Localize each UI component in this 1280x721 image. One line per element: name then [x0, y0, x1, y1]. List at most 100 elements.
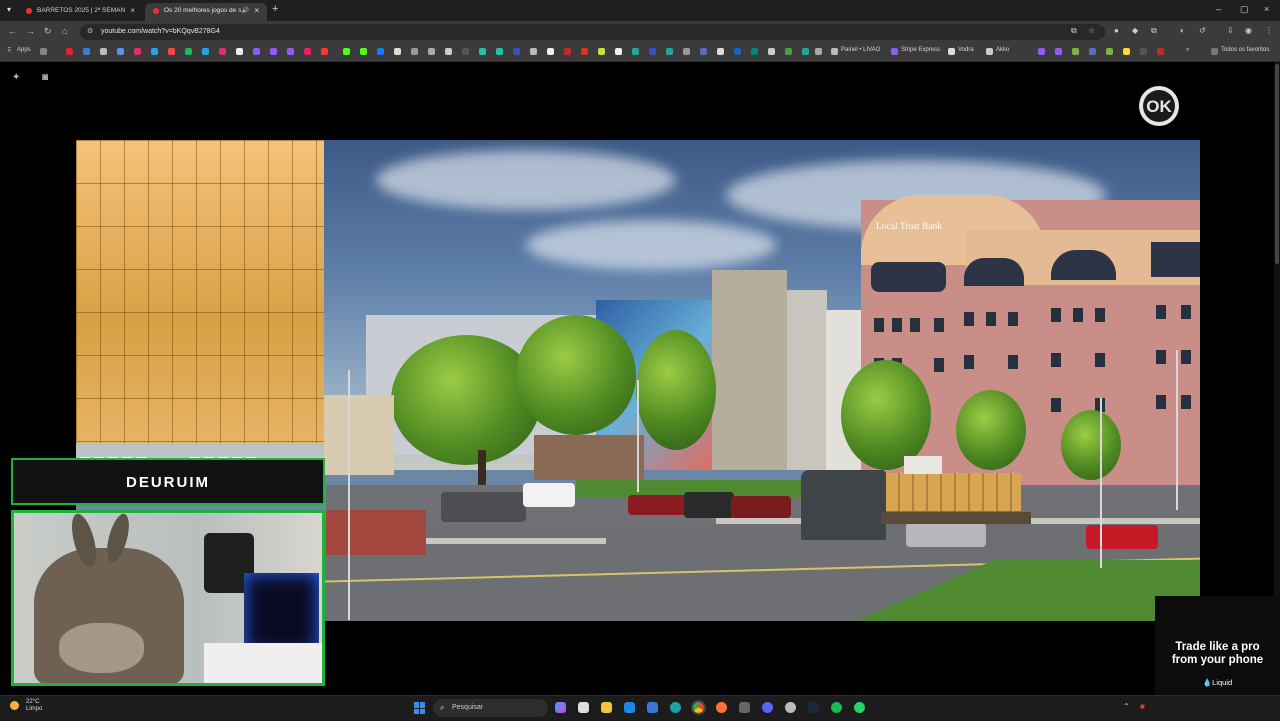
- kick-bookmark-icon[interactable]: [343, 48, 350, 55]
- mail-icon[interactable]: [624, 702, 635, 713]
- bookmark-icon[interactable]: [270, 48, 277, 55]
- bookmark-icon[interactable]: [666, 48, 673, 55]
- store-icon[interactable]: [647, 702, 658, 713]
- bookmark-icon[interactable]: [168, 48, 175, 55]
- folder-icon[interactable]: [1211, 48, 1218, 55]
- bookmark-icon[interactable]: [66, 48, 73, 55]
- bookmark-icon[interactable]: [321, 48, 328, 55]
- bookmark-icon[interactable]: [1140, 48, 1147, 55]
- bookmark-icon[interactable]: [1038, 48, 1045, 55]
- edge-icon[interactable]: [670, 702, 681, 713]
- bookmark-icon[interactable]: [683, 48, 690, 55]
- new-tab-button[interactable]: +: [272, 3, 278, 15]
- tray-overflow-icon[interactable]: ⌃: [1123, 702, 1130, 711]
- spotify-icon[interactable]: [831, 702, 842, 713]
- windows-start-icon[interactable]: [414, 702, 426, 714]
- facebook-bookmark-icon[interactable]: [377, 48, 384, 55]
- bookmark-icon[interactable]: [445, 48, 452, 55]
- bookmark-icon[interactable]: [83, 48, 90, 55]
- extension-icon[interactable]: ◆: [1132, 26, 1138, 35]
- install-icon[interactable]: ⧉: [1071, 26, 1077, 36]
- back-icon[interactable]: ←: [8, 26, 17, 36]
- tiktok-bookmark-icon[interactable]: [236, 48, 243, 55]
- all-bookmarks-folder[interactable]: Todos os favoritos: [1221, 47, 1269, 53]
- bookmark-icon[interactable]: [1055, 48, 1062, 55]
- address-bar[interactable]: ⚙ youtube.com/watch?v=bKQqvB278G4: [80, 24, 1105, 40]
- bookmark-icon[interactable]: [615, 48, 622, 55]
- tab-os-20-melhores[interactable]: Os 20 melhores jogos de s 🔊 ×: [145, 3, 267, 21]
- whatsapp-icon[interactable]: [854, 702, 865, 713]
- bookmark-icon[interactable]: [151, 48, 158, 55]
- bookmark-stripe[interactable]: Stripe Express: [901, 47, 940, 53]
- home-icon[interactable]: ⌂: [62, 26, 67, 36]
- grid-icon[interactable]: [40, 48, 47, 55]
- tab-close-icon[interactable]: ×: [130, 3, 135, 19]
- maximize-button[interactable]: ▢: [1240, 4, 1249, 15]
- bookmark-icon[interactable]: [564, 48, 571, 55]
- magic-wand-icon[interactable]: ✦: [12, 72, 20, 83]
- bookmark-icon[interactable]: [649, 48, 656, 55]
- extensions-puzzle-icon[interactable]: ⧉: [1151, 26, 1157, 36]
- downloads-icon[interactable]: ⇩: [1227, 26, 1234, 35]
- profile-icon[interactable]: ◐: [1180, 26, 1185, 35]
- taskbar-search[interactable]: ⌕ Pesquisar: [433, 699, 548, 717]
- bookmark-akko[interactable]: Akko: [996, 47, 1009, 53]
- bookmark-star-icon[interactable]: ☆: [1088, 26, 1095, 35]
- tab-search-icon[interactable]: ▾: [4, 5, 14, 14]
- bookmark-icon[interactable]: [700, 48, 707, 55]
- painel-bookmark-icon[interactable]: [831, 48, 838, 55]
- tab-close-icon[interactable]: ×: [254, 3, 259, 19]
- bookmark-icon[interactable]: [428, 48, 435, 55]
- bookmarks-overflow-icon[interactable]: »: [1186, 47, 1189, 53]
- bookmark-icon[interactable]: [304, 48, 311, 55]
- bookmark-icon[interactable]: [802, 48, 809, 55]
- file-explorer-icon[interactable]: [601, 702, 612, 713]
- steam-icon[interactable]: [808, 702, 819, 713]
- bookmark-icon[interactable]: [1089, 48, 1096, 55]
- bookmark-icon[interactable]: [768, 48, 775, 55]
- bookmark-icon[interactable]: [815, 48, 822, 55]
- bookmark-vodra[interactable]: Vodra: [958, 47, 974, 53]
- spotify-bookmark-icon[interactable]: [185, 48, 192, 55]
- menu-kebab-icon[interactable]: ⋮: [1265, 26, 1273, 35]
- extension-icon[interactable]: ●: [1114, 26, 1119, 35]
- bookmark-icon[interactable]: [530, 48, 537, 55]
- akko-bookmark-icon[interactable]: [986, 48, 993, 55]
- bookmark-icon[interactable]: [513, 48, 520, 55]
- bookmark-icon[interactable]: [411, 48, 418, 55]
- bookmark-icon[interactable]: [134, 48, 141, 55]
- copilot-icon[interactable]: [555, 702, 566, 713]
- vodra-bookmark-icon[interactable]: [948, 48, 955, 55]
- bookmark-icon[interactable]: [462, 48, 469, 55]
- tray-app-icon[interactable]: ■: [1140, 702, 1145, 711]
- scrollbar-thumb[interactable]: [1275, 64, 1279, 264]
- bookmark-painel[interactable]: Painel • LIVAO: [841, 47, 880, 53]
- bookmark-icon[interactable]: [598, 48, 605, 55]
- chrome-icon[interactable]: [691, 700, 706, 715]
- bookmark-icon[interactable]: [479, 48, 486, 55]
- bookmark-icon[interactable]: [100, 48, 107, 55]
- close-window-button[interactable]: ×: [1264, 4, 1269, 14]
- discord-icon[interactable]: [762, 702, 773, 713]
- ad-banner[interactable]: Trade like a pro from your phone 💧Liquid: [1155, 596, 1280, 695]
- bookmark-icon[interactable]: [785, 48, 792, 55]
- kick-bookmark-icon[interactable]: [360, 48, 367, 55]
- bookmark-icon[interactable]: [1123, 48, 1130, 55]
- firefox-icon[interactable]: [716, 702, 727, 713]
- history-icon[interactable]: ↺: [1199, 26, 1206, 35]
- bookmark-icon[interactable]: [734, 48, 741, 55]
- bookmark-icon[interactable]: [632, 48, 639, 55]
- bookmark-icon[interactable]: [117, 48, 124, 55]
- bookmark-icon[interactable]: [751, 48, 758, 55]
- bookmark-icon[interactable]: [1157, 48, 1164, 55]
- telegram-bookmark-icon[interactable]: [202, 48, 209, 55]
- obs-icon[interactable]: [785, 702, 796, 713]
- bookmark-icon[interactable]: [253, 48, 260, 55]
- app-icon[interactable]: [739, 702, 750, 713]
- speaker-icon[interactable]: 🔊: [242, 3, 249, 19]
- bookmark-icon[interactable]: [1072, 48, 1079, 55]
- bookmark-icon[interactable]: [547, 48, 554, 55]
- minimize-button[interactable]: –: [1216, 4, 1221, 14]
- x-bookmark-icon[interactable]: [394, 48, 401, 55]
- apps-grid-icon[interactable]: ⠿: [7, 47, 11, 54]
